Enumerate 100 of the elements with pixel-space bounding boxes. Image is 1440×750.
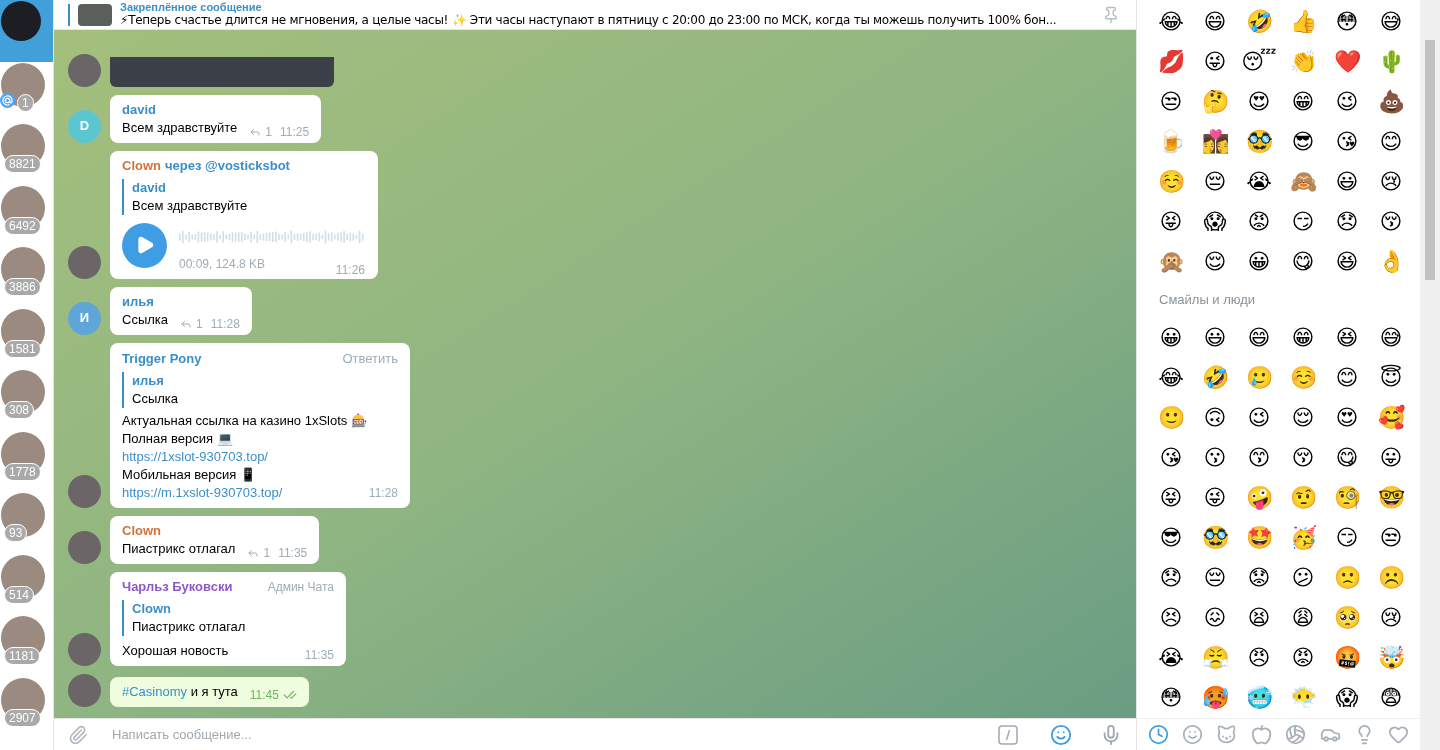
emoji-item[interactable]: 😉 (1325, 82, 1369, 122)
sender-name[interactable]: david (122, 100, 156, 119)
emoji-item[interactable]: 😱 (1325, 677, 1369, 718)
emoji-item[interactable]: 😢 (1369, 597, 1413, 638)
emoji-item[interactable]: 😄 (1237, 317, 1281, 358)
emoji-item[interactable]: 😠 (1237, 637, 1281, 678)
emoji-item[interactable]: 😝 (1149, 477, 1193, 518)
emoji-item[interactable]: 😏 (1281, 202, 1325, 242)
emoji-item[interactable]: 🙊 (1149, 242, 1193, 282)
emoji-item[interactable]: 😆 (1325, 242, 1369, 282)
emoji-item[interactable]: 😎 (1281, 122, 1325, 162)
emoji-item[interactable]: 😅 (1369, 317, 1413, 358)
emoji-item[interactable]: 😴 (1237, 42, 1281, 82)
emoji-item[interactable]: 😁 (1281, 82, 1325, 122)
emoji-item[interactable]: 😀 (1237, 242, 1281, 282)
emoji-item[interactable]: 😏 (1325, 517, 1369, 558)
emoji-item[interactable]: 😍 (1237, 82, 1281, 122)
emoji-item[interactable]: 💩 (1369, 82, 1413, 122)
emoji-item[interactable]: 😅 (1369, 2, 1413, 42)
photo-placeholder[interactable] (110, 56, 334, 87)
avatar-photo-placeholder[interactable] (68, 674, 101, 707)
reply-quote[interactable]: Clown Пиастрикс отлагал (122, 600, 334, 636)
emoji-item[interactable]: 😌 (1193, 242, 1237, 282)
emoji-item[interactable]: 😩 (1281, 597, 1325, 638)
emoji-item[interactable]: 😣 (1149, 597, 1193, 638)
chat-list-item[interactable] (0, 0, 53, 62)
emoji-item[interactable]: 😒 (1149, 82, 1193, 122)
emoji-item[interactable]: 😡 (1281, 637, 1325, 678)
emoji-item[interactable]: 😋 (1281, 242, 1325, 282)
emoji-item[interactable]: 😔 (1193, 557, 1237, 598)
avatar-photo-placeholder[interactable] (68, 633, 101, 666)
avatar-photo-placeholder[interactable] (68, 531, 101, 564)
reply-quote[interactable]: илья Ссылка (122, 372, 398, 408)
emoji-item[interactable]: 💋 (1149, 42, 1193, 82)
emoji-item[interactable]: 😝 (1149, 202, 1193, 242)
scrollbar-thumb[interactable] (1425, 40, 1435, 280)
message-input[interactable]: Написать сообщение... (112, 724, 982, 745)
emoji-item[interactable]: 😖 (1193, 597, 1237, 638)
emoji-item[interactable]: 😃 (1193, 317, 1237, 358)
emoji-item[interactable]: 😭 (1149, 637, 1193, 678)
emoji-item[interactable]: 😌 (1281, 397, 1325, 438)
emoji-item[interactable]: 😚 (1369, 202, 1413, 242)
attach-icon[interactable] (68, 724, 88, 745)
emoji-item[interactable]: 😗 (1193, 437, 1237, 478)
play-button[interactable] (122, 222, 167, 268)
emoji-item[interactable]: 😎 (1149, 517, 1193, 558)
emoji-item[interactable]: 😃 (1325, 162, 1369, 202)
emoji-item[interactable]: 😜 (1193, 42, 1237, 82)
emoji-item[interactable]: 😭 (1237, 162, 1281, 202)
message-link[interactable]: https://m.1xslot-930703.top/ (122, 484, 367, 502)
emoji-item[interactable]: 😔 (1193, 162, 1237, 202)
emoji-item[interactable]: 😳 (1325, 2, 1369, 42)
emoji-item[interactable]: 😟 (1237, 557, 1281, 598)
emoji-item[interactable]: 😳 (1149, 677, 1193, 718)
message-text: Актуальная ссылка на казино 1xSlots 🎰 (122, 412, 367, 430)
avatar-photo-placeholder[interactable] (68, 53, 101, 87)
via-bot-label[interactable]: через @vosticksbot (165, 156, 290, 175)
emoji-item[interactable]: 😋 (1325, 437, 1369, 478)
avatar-photo-placeholder[interactable] (68, 245, 101, 279)
emoji-item[interactable]: 😨 (1369, 677, 1413, 718)
emoji-item[interactable]: 😙 (1237, 437, 1281, 478)
sender-name[interactable]: Чарльз Буковски (122, 578, 233, 596)
emoji-item[interactable]: 😁 (1281, 317, 1325, 358)
sender-name[interactable]: илья (122, 292, 154, 311)
emoji-icon[interactable] (1050, 723, 1072, 746)
emoji-item[interactable]: 😍 (1325, 397, 1369, 438)
emoji-item[interactable]: 😂 (1149, 357, 1193, 398)
unpin-icon[interactable] (1102, 5, 1120, 24)
emoji-item[interactable]: 😕 (1281, 557, 1325, 598)
emoji-item[interactable]: 😛 (1369, 437, 1413, 478)
smiley-icon (1182, 724, 1204, 745)
emoji-item[interactable]: 😚 (1281, 437, 1325, 478)
emoji-item[interactable]: 😘 (1325, 122, 1369, 162)
emoji-item[interactable]: 👩‍❤‍💋‍👩 (1193, 122, 1237, 162)
emoji-item[interactable]: 😞 (1325, 202, 1369, 242)
emoji-item[interactable]: 😘 (1149, 437, 1193, 478)
emoji-item[interactable]: 😡 (1237, 202, 1281, 242)
pinned-message-bar[interactable]: Закреплённое сообщение ⚡Теперь счастье длится не мгновения, а целые часы! ✨ Эти часы наступают в пятницу с 20:00 до 23:00 по МСК, когда ты можешь получить 100% бон... (54, 0, 1136, 30)
emoji-item[interactable]: 😊 (1325, 357, 1369, 398)
emoji-item[interactable]: 😂 (1149, 2, 1193, 42)
emoji-item[interactable]: 😇 (1369, 357, 1413, 398)
emoji-item[interactable]: 😜 (1193, 477, 1237, 518)
emoji-item[interactable]: 😱 (1193, 202, 1237, 242)
avatar-photo-placeholder[interactable] (68, 475, 101, 508)
sender-name[interactable]: Trigger Pony (122, 349, 202, 368)
emoji-item[interactable]: 😞 (1149, 557, 1193, 598)
emoji-item[interactable]: 😉 (1237, 397, 1281, 438)
chat-avatar-placeholder (1, 493, 45, 537)
emoji-item[interactable]: ❤ (1325, 42, 1369, 82)
bot-commands-icon[interactable] (998, 724, 1018, 745)
emoji-item[interactable]: 😒 (1369, 517, 1413, 558)
emoji-item[interactable]: 😢 (1369, 162, 1413, 202)
emoji-item[interactable]: 🙃 (1193, 397, 1237, 438)
reply-quote[interactable]: david Всем здравствуйте (122, 178, 366, 215)
emoji-item[interactable]: 😫 (1237, 597, 1281, 638)
emoji-item[interactable]: 😊 (1369, 122, 1413, 162)
message-link[interactable]: https://1xslot-930703.top/ (122, 448, 367, 466)
emoji-item[interactable]: 😀 (1149, 317, 1193, 358)
emoji-item[interactable]: 😆 (1325, 317, 1369, 358)
emoji-item[interactable]: 😄 (1193, 2, 1237, 42)
